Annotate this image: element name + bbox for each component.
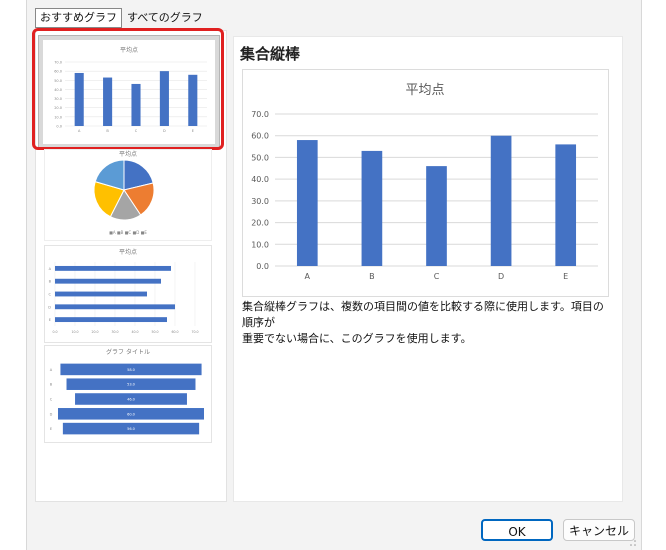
thumb-x-tick: 50.0 <box>151 330 158 334</box>
bar-e <box>555 144 577 266</box>
thumb-x-tick: 0.0 <box>52 330 57 334</box>
thumb-bar <box>55 304 175 310</box>
y-tick-label: 20.0 <box>251 219 269 228</box>
funnel-thumbnail-chart: グラフ タイトル 58.0 A 53.0 B 46.0 C 60.0 D 56.0 E <box>50 348 204 435</box>
thumbnail-title: 平均点 <box>119 248 137 256</box>
thumbnail-funnel[interactable]: グラフ タイトル 58.0 A 53.0 B 46.0 C 60.0 D 56.0 E <box>44 345 212 443</box>
ok-button[interactable]: OK <box>481 519 553 541</box>
y-tick-label: 60.0 <box>251 132 269 141</box>
thumbnail-bar[interactable]: 平均点 0.0 10.0 20.0 30.0 40.0 50.0 60.0 70.0 A B C D E <box>44 245 212 343</box>
thumb-bar <box>55 278 161 284</box>
pie-legend: ■A ■B ■C ■D ■E <box>109 230 147 235</box>
thumb-x-tick: 20.0 <box>91 330 98 334</box>
thumb-x-tick: 10.0 <box>71 330 78 334</box>
thumb-x-tick: 70.0 <box>191 330 198 334</box>
thumb-y-tick: C <box>50 398 53 402</box>
thumb-y-tick: D <box>48 305 51 309</box>
thumbnail-clustered-column[interactable]: 平均点 70.0 60.0 50.0 40.0 30.0 20.0 10.0 0.0 A B C D E <box>32 28 226 151</box>
y-tick-label: 0.0 <box>256 262 269 271</box>
y-tick-label: 40.0 <box>251 175 269 184</box>
thumb-y-tick: A <box>49 267 52 271</box>
chart-description: 集合縦棒グラフは、複数の項目間の値を比較する際に使用します。項目の順序が 重要で… <box>242 299 612 347</box>
pie-thumbnail-chart: 平均点 ■A ■B ■C ■D ■E <box>93 150 155 235</box>
x-tick-label: D <box>498 272 504 281</box>
thumb-y-tick: E <box>50 427 52 431</box>
description-line-1: 集合縦棒グラフは、複数の項目間の値を比較する際に使用します。項目の順序が <box>242 300 604 329</box>
thumb-y-tick: B <box>49 280 52 284</box>
funnel-value-label: 56.0 <box>127 427 135 431</box>
thumb-y-tick: A <box>50 368 53 372</box>
thumbnail-pie[interactable]: 平均点 ■A ■B ■C ■D ■E <box>44 149 212 241</box>
bar-c <box>426 166 447 266</box>
x-tick-label: E <box>563 272 568 281</box>
thumb-bar <box>55 265 171 271</box>
x-tick-label: A <box>305 272 311 281</box>
funnel-value-label: 58.0 <box>127 368 135 372</box>
thumb-bar <box>55 317 167 323</box>
chart-preview: 平均点 0.0 10.0 20.0 30.0 40.0 50.0 60.0 70.0 A B C D E <box>242 69 609 297</box>
funnel-value-label: 46.0 <box>127 398 135 402</box>
selection-highlight-ring <box>32 28 224 150</box>
cancel-button[interactable]: キャンセル <box>563 519 635 541</box>
thumb-y-tick: B <box>50 383 53 387</box>
thumb-x-tick: 40.0 <box>131 330 138 334</box>
funnel-value-label: 60.0 <box>127 412 135 416</box>
bar-d <box>490 135 512 266</box>
tab-bar: おすすめグラフ すべてのグラフ <box>35 8 208 28</box>
chart-type-heading: 集合縦棒 <box>240 45 301 63</box>
thumbnail-title: 平均点 <box>119 150 137 158</box>
thumbnail-title: グラフ タイトル <box>106 348 150 356</box>
chart-preview-pane: 集合縦棒 平均点 0.0 10.0 20.0 30.0 40.0 50.0 60.0 70.0 A… <box>233 36 623 502</box>
x-tick-label: B <box>369 272 375 281</box>
thumb-y-tick: E <box>49 318 51 322</box>
bar-a <box>296 140 318 266</box>
recommended-chart-list[interactable]: 平均点 70.0 60.0 50.0 40.0 30.0 20.0 10.0 0.0 A B C D E … <box>32 28 227 502</box>
x-tick-label: C <box>434 272 440 281</box>
tab-recommended-charts[interactable]: おすすめグラフ <box>35 8 122 28</box>
resize-grip-icon[interactable] <box>629 539 637 547</box>
bar-thumbnail-chart: 平均点 0.0 10.0 20.0 30.0 40.0 50.0 60.0 70.0 A B C D E <box>48 248 198 334</box>
thumb-x-tick: 60.0 <box>171 330 178 334</box>
thumb-bar <box>55 291 147 297</box>
description-line-2: 重要でない場合に、このグラフを使用します。 <box>242 332 472 345</box>
thumb-x-tick: 30.0 <box>111 330 118 334</box>
insert-chart-dialog: おすすめグラフ すべてのグラフ 平均点 70.0 60.0 50.0 40.0 30.0 2… <box>26 0 642 550</box>
thumb-y-tick: C <box>49 293 52 297</box>
chart-title: 平均点 <box>405 83 444 98</box>
bar-b <box>361 150 383 266</box>
y-tick-label: 10.0 <box>251 240 269 249</box>
y-tick-label: 50.0 <box>251 153 269 162</box>
funnel-value-label: 53.0 <box>127 383 135 387</box>
main-chart-svg: 平均点 0.0 10.0 20.0 30.0 40.0 50.0 60.0 70.0 A B C D E <box>251 83 598 281</box>
y-tick-label: 70.0 <box>251 110 269 119</box>
y-tick-label: 30.0 <box>251 197 269 206</box>
thumb-y-tick: D <box>50 412 53 416</box>
tab-all-charts[interactable]: すべてのグラフ <box>122 8 208 28</box>
